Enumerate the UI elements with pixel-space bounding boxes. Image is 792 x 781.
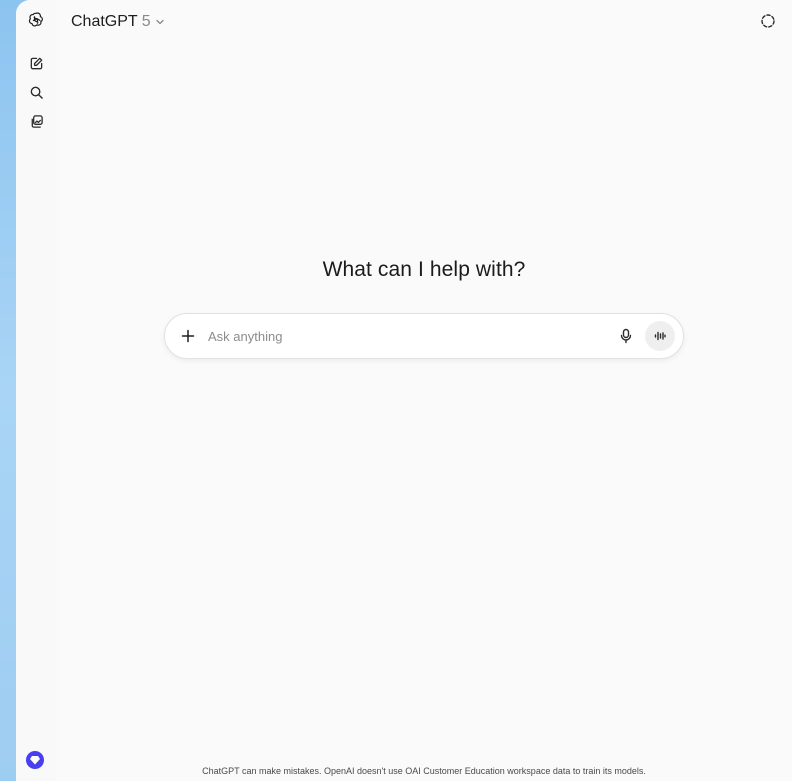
temporary-chat-icon[interactable] (757, 10, 779, 32)
plus-icon (181, 329, 195, 343)
diamond-icon (30, 755, 40, 765)
waveform-icon (653, 329, 667, 343)
app-window: ChatGPT 5 What can I help with? Ask anyt… (16, 0, 792, 781)
disclaimer-text: ChatGPT can make mistakes. OpenAI doesn'… (202, 766, 646, 776)
add-attachment-button[interactable] (177, 325, 199, 347)
model-switcher[interactable]: ChatGPT 5 (71, 11, 165, 33)
prompt-input[interactable] (208, 325, 598, 347)
dictate-button[interactable] (615, 325, 637, 347)
composer (164, 313, 684, 359)
extension-badge[interactable] (26, 751, 44, 769)
microphone-icon (619, 328, 633, 344)
openai-logo-icon[interactable] (25, 9, 47, 31)
model-name: ChatGPT (71, 13, 138, 30)
page-title: What can I help with? (322, 258, 526, 281)
new-chat-icon[interactable] (25, 52, 47, 74)
search-icon[interactable] (25, 81, 47, 103)
chevron-down-icon (155, 17, 165, 27)
model-version: 5 (141, 13, 151, 30)
library-icon[interactable] (25, 110, 47, 132)
voice-mode-button[interactable] (645, 321, 675, 351)
